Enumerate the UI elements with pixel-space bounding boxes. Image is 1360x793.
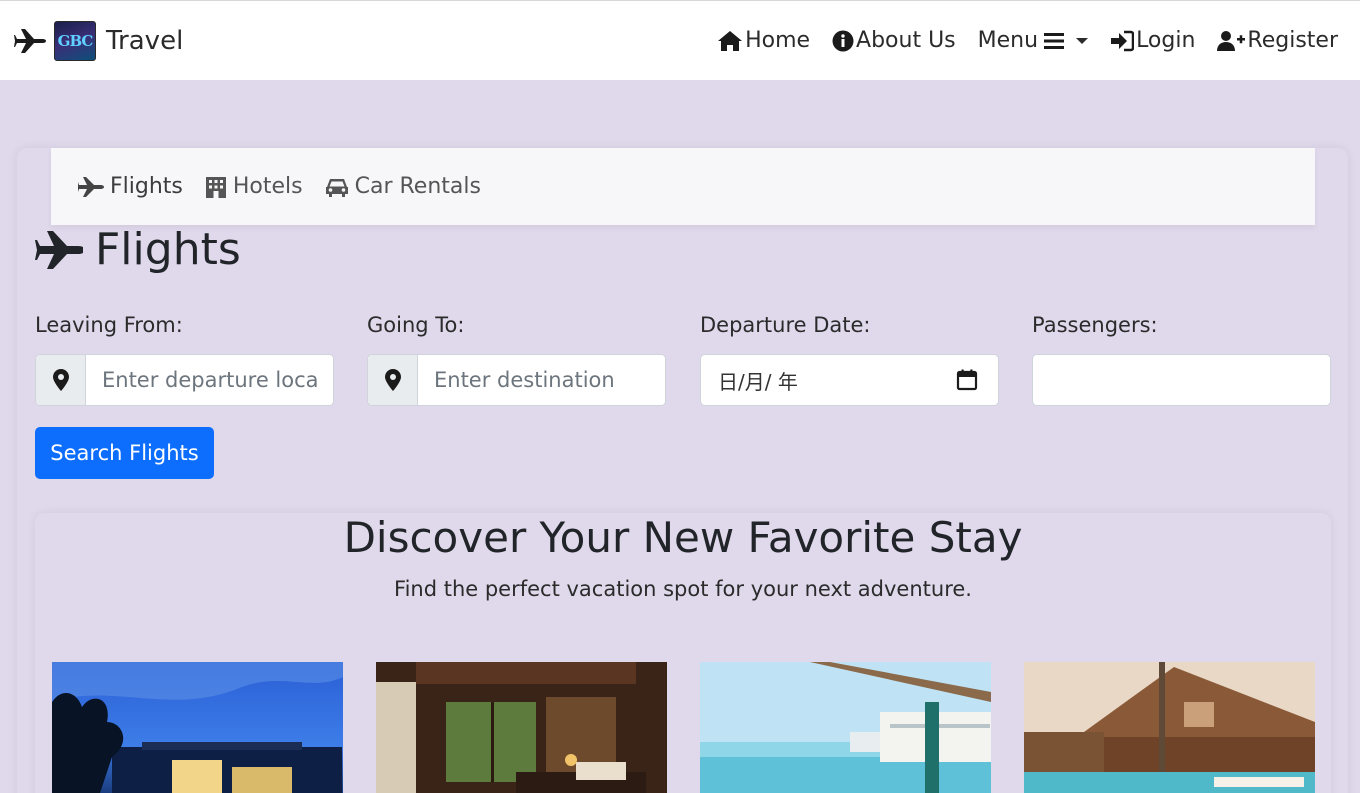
nav-menu-dropdown[interactable]: Menu bbox=[977, 28, 1089, 53]
departure-date-label: Departure Date: bbox=[700, 313, 871, 337]
going-to-group bbox=[367, 354, 666, 406]
brand-name: Travel bbox=[106, 25, 184, 56]
leaving-from-group bbox=[35, 354, 334, 406]
tab-hotels[interactable]: Hotels bbox=[205, 174, 303, 199]
user-plus-icon bbox=[1217, 30, 1246, 51]
stay-image-hotel-room[interactable] bbox=[376, 662, 667, 793]
passengers-input[interactable] bbox=[1033, 355, 1330, 405]
airplane-icon bbox=[14, 28, 46, 53]
going-to-input[interactable] bbox=[418, 355, 665, 405]
stay-image-infinity-pool[interactable] bbox=[700, 662, 991, 793]
discover-subtitle: Find the perfect vacation spot for your … bbox=[394, 577, 972, 601]
booking-tabs: Flights Hotels Car Rentals bbox=[51, 148, 1315, 225]
airplane-icon bbox=[78, 176, 104, 197]
tab-flights[interactable]: Flights bbox=[78, 174, 183, 199]
page-title-text: Flights bbox=[95, 224, 241, 275]
tab-car-rentals[interactable]: Car Rentals bbox=[325, 174, 481, 199]
nav-about-label: About Us bbox=[856, 28, 956, 53]
home-icon bbox=[718, 30, 743, 51]
page-title: Flights bbox=[35, 224, 241, 275]
chevron-down-icon bbox=[1076, 37, 1089, 44]
departure-date-value: 日/月/ 年 bbox=[718, 369, 798, 394]
nav-about[interactable]: About Us bbox=[832, 28, 956, 53]
going-to-label: Going To: bbox=[367, 313, 465, 337]
leaving-from-label: Leaving From: bbox=[35, 313, 183, 337]
nav-home[interactable]: Home bbox=[717, 28, 810, 53]
location-pin-icon bbox=[368, 355, 418, 405]
location-pin-icon bbox=[36, 355, 86, 405]
discover-title: Discover Your New Favorite Stay bbox=[343, 513, 1023, 562]
nav-register[interactable]: Register bbox=[1217, 28, 1338, 53]
passengers-group bbox=[1032, 354, 1331, 406]
airplane-icon bbox=[35, 230, 83, 269]
stay-image-resort-night[interactable] bbox=[52, 662, 343, 793]
brand-logo: GBC bbox=[54, 20, 96, 61]
tab-car-rentals-label: Car Rentals bbox=[354, 174, 481, 199]
bars-icon bbox=[1044, 32, 1065, 49]
brand[interactable]: GBC Travel bbox=[14, 20, 184, 61]
car-icon bbox=[325, 178, 348, 197]
nav-login[interactable]: Login bbox=[1110, 28, 1195, 53]
tab-flights-label: Flights bbox=[110, 174, 183, 199]
login-icon bbox=[1111, 30, 1135, 51]
tab-hotels-label: Hotels bbox=[232, 174, 303, 199]
nav-menu-label: Menu bbox=[977, 28, 1039, 53]
calendar-icon[interactable] bbox=[956, 369, 978, 391]
nav-login-label: Login bbox=[1136, 28, 1196, 53]
passengers-label: Passengers: bbox=[1032, 313, 1158, 337]
info-icon bbox=[832, 30, 854, 51]
nav-home-label: Home bbox=[745, 28, 811, 53]
departure-date-input[interactable]: 日/月/ 年 bbox=[700, 354, 999, 406]
hotel-icon bbox=[205, 176, 226, 198]
stay-image-beach-lodge[interactable] bbox=[1024, 662, 1315, 793]
leaving-from-input[interactable] bbox=[86, 355, 333, 405]
search-flights-button[interactable]: Search Flights bbox=[35, 427, 214, 479]
nav-register-label: Register bbox=[1247, 28, 1338, 53]
navbar: GBC Travel Home About Us Menu Login Regi… bbox=[0, 0, 1360, 80]
